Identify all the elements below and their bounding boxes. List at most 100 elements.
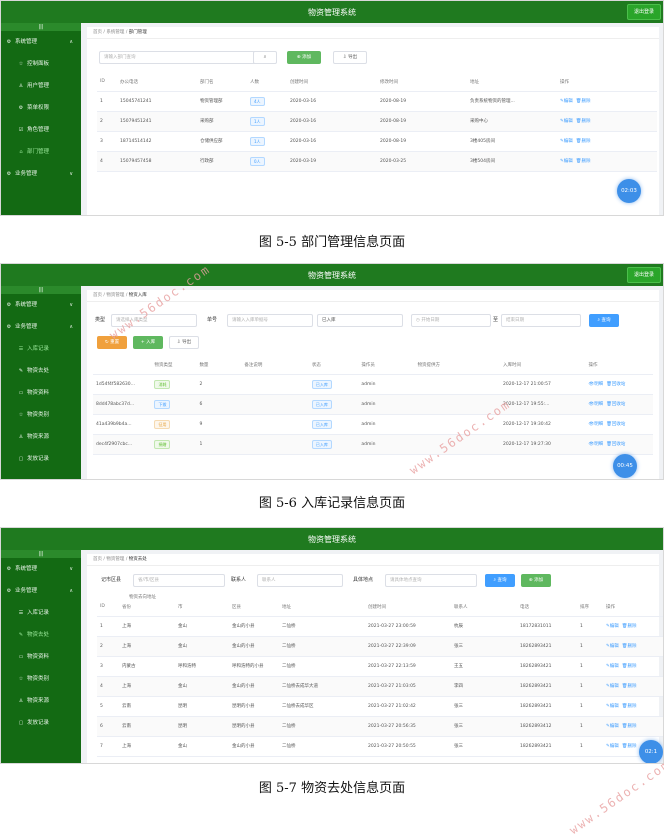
breadcrumb-home[interactable]: 首页 — [93, 30, 102, 35]
menu-group-business[interactable]: ⚙ 业务管理 ∧ — [1, 316, 81, 338]
search-button[interactable]: ⌕ 查询 — [589, 314, 619, 327]
number-input[interactable]: 请输入入库单据号 — [227, 314, 313, 327]
breadcrumb-home[interactable]: 首页 — [93, 293, 102, 298]
breadcrumb-home[interactable]: 首页 — [93, 557, 102, 562]
detail-button[interactable]: 👁明细 — [588, 442, 603, 447]
box-icon: ▢ — [18, 720, 24, 726]
screenshot-department-management: 物资管理系统 退出登录 ||| ⚙ 系统管理 ∧ ☆ 控制面板 ♙ 用户管理 ⚙ 菜单权限… — [0, 0, 664, 216]
delete-button[interactable]: 🗑删除 — [576, 159, 591, 164]
sidebar-item-materials[interactable]: ▭ 物资资料 — [1, 382, 81, 404]
edit-button[interactable]: ✎编辑 — [560, 159, 573, 164]
date-range-start[interactable]: ◷ 开始日期 — [411, 314, 491, 327]
floating-clock[interactable]: 02:03 — [617, 179, 641, 203]
sidebar-item-destinations[interactable]: ✎ 物资去处 — [1, 360, 81, 382]
area-label: 记市区县 — [101, 577, 122, 583]
edit-button[interactable]: ✎编辑 — [606, 664, 619, 669]
delete-button[interactable]: 🗑删除 — [576, 139, 591, 144]
edit-button[interactable]: ✎编辑 — [606, 624, 619, 629]
export-button[interactable]: ⇩ 导出 — [169, 336, 199, 349]
delete-button[interactable]: 🗑删除 — [622, 624, 637, 629]
gear-icon: ⚙ — [6, 39, 12, 45]
table-row: 5 云南 昆明 昆明的小县 二仙桥去成华区 2021-03-27 21:02:42 张三 18… — [97, 696, 663, 717]
delete-button[interactable]: 🗑删除 — [622, 664, 637, 669]
export-button[interactable]: ⇩ 导出 — [333, 51, 367, 64]
delete-button[interactable]: 🗑删除 — [622, 704, 637, 709]
sidebar-item-menu-permissions[interactable]: ⚙ 菜单权限 — [1, 97, 81, 119]
table-row: 7 上海 金山 金山的小县 二仙桥 2021-03-27 20:50:55 张三 182628… — [97, 736, 663, 757]
app-title: 物资管理系统 — [308, 8, 356, 17]
recycle-button[interactable]: 🗑回收站 — [606, 382, 625, 387]
sidebar-collapse-toggle[interactable]: ||| — [1, 286, 81, 294]
table-row: 2 15079451241 采购部 1人 2020-03-16 2020-08-19 采购中… — [97, 111, 657, 132]
detail-button[interactable]: 👁明细 — [588, 422, 603, 427]
sidebar-item-inbound-records[interactable]: ☰ 入库记录 — [1, 602, 81, 624]
sidebar-item-distribution[interactable]: ▢ 发放记录 — [1, 448, 81, 470]
delete-button[interactable]: 🗑删除 — [576, 119, 591, 124]
menu-group-system[interactable]: ⚙ 系统管理 ∨ — [1, 558, 81, 580]
pen-icon: ✎ — [18, 632, 24, 638]
delete-button[interactable]: 🗑删除 — [576, 99, 591, 104]
list-icon: ☰ — [18, 610, 24, 616]
edit-button[interactable]: ✎编辑 — [560, 99, 573, 104]
recycle-button[interactable]: 🗑回收站 — [606, 422, 625, 427]
sidebar-item-users[interactable]: ♙ 用户管理 — [1, 75, 81, 97]
sidebar-collapse-toggle[interactable]: ||| — [1, 23, 81, 31]
caption-5-6: 图 5-6 入库记录信息页面 — [258, 496, 406, 511]
sidebar-item-departments[interactable]: ⌂ 部门管理 — [1, 141, 81, 163]
add-button[interactable]: ⊕ 添加 — [521, 574, 551, 587]
status-select[interactable]: 已入库 — [317, 314, 403, 327]
menu-group-system[interactable]: ⚙ 系统管理 ∨ — [1, 294, 81, 316]
sidebar-item-destinations[interactable]: ✎ 物资去处 — [1, 624, 81, 646]
detail-button[interactable]: 👁明细 — [588, 382, 603, 387]
screenshot-material-destinations: 物资管理系统 ||| ⚙ 系统管理 ∨ ⚙ 业务管理 ∧ ☰ 入库记录 ✎ 物资去处 ▭ 物资… — [0, 527, 664, 764]
user-icon: ♙ — [18, 83, 24, 89]
sidebar-item-inbound-records[interactable]: ☰ 入库记录 — [1, 338, 81, 360]
calendar-icon: ◷ — [416, 318, 420, 323]
recycle-button[interactable]: 🗑回收站 — [606, 402, 625, 407]
delete-button[interactable]: 🗑删除 — [622, 744, 637, 749]
sidebar-collapse-toggle[interactable]: ||| — [1, 550, 81, 558]
menu-group-business[interactable]: ⚙ 业务管理 ∧ — [1, 580, 81, 602]
logout-button[interactable]: 退出登录 — [626, 4, 661, 20]
list-icon: ☰ — [18, 346, 24, 352]
sidebar-item-dashboard[interactable]: ☆ 控制面板 — [1, 53, 81, 75]
edit-button[interactable]: ✎编辑 — [606, 744, 619, 749]
chevron-down-icon: ∨ — [69, 566, 73, 572]
search-button[interactable]: ⌕ 查询 — [485, 574, 515, 587]
sidebar-item-categories[interactable]: ☆ 物资类别 — [1, 668, 81, 690]
edit-button[interactable]: ✎编辑 — [606, 684, 619, 689]
inbound-button[interactable]: + 入库 — [133, 336, 163, 349]
sidebar-item-distribution[interactable]: ▢ 发放记录 — [1, 712, 81, 734]
address-label: 具体地点 — [353, 577, 374, 583]
sidebar-item-sources[interactable]: ♙ 物资来源 — [1, 690, 81, 712]
delete-button[interactable]: 🗑删除 — [622, 724, 637, 729]
document-icon: ▭ — [18, 654, 24, 660]
logout-button[interactable]: 退出登录 — [626, 267, 661, 283]
pen-icon: ✎ — [18, 368, 24, 374]
delete-button[interactable]: 🗑删除 — [622, 684, 637, 689]
floating-clock[interactable]: 00:45 — [613, 454, 637, 478]
detail-button[interactable]: 👁明细 — [588, 402, 603, 407]
add-button[interactable]: ⊕ 添加 — [287, 51, 321, 64]
menu-group-system[interactable]: ⚙ 系统管理 ∧ — [1, 31, 81, 53]
edit-button[interactable]: ✎编辑 — [606, 724, 619, 729]
recycle-button[interactable]: 🗑回收站 — [606, 442, 625, 447]
sidebar-item-categories[interactable]: ☆ 物资类别 — [1, 404, 81, 426]
department-search-input[interactable]: 请输入部门查询 — [99, 51, 265, 64]
sidebar-item-sources[interactable]: ♙ 物资来源 — [1, 426, 81, 448]
search-button[interactable]: ⌕ — [253, 51, 277, 64]
address-input[interactable]: 请具体地点查询 — [385, 574, 477, 587]
edit-button[interactable]: ✎编辑 — [606, 704, 619, 709]
edit-button[interactable]: ✎编辑 — [560, 119, 573, 124]
breadcrumb: 首页 / 系统管理 / 部门管理 — [87, 27, 659, 39]
date-range-end[interactable]: 结束日期 — [501, 314, 581, 327]
sidebar-item-materials[interactable]: ▭ 物资资料 — [1, 646, 81, 668]
area-select[interactable]: 省/市/区县 — [133, 574, 225, 587]
edit-button[interactable]: ✎编辑 — [606, 644, 619, 649]
menu-group-business[interactable]: ⚙ 业务管理 ∨ — [1, 163, 81, 185]
status-badge: 已入库 — [311, 399, 332, 409]
sidebar-item-roles[interactable]: ☑ 角色管理 — [1, 119, 81, 141]
edit-button[interactable]: ✎编辑 — [560, 139, 573, 144]
contact-input[interactable]: 联系人 — [257, 574, 343, 587]
delete-button[interactable]: 🗑删除 — [622, 644, 637, 649]
